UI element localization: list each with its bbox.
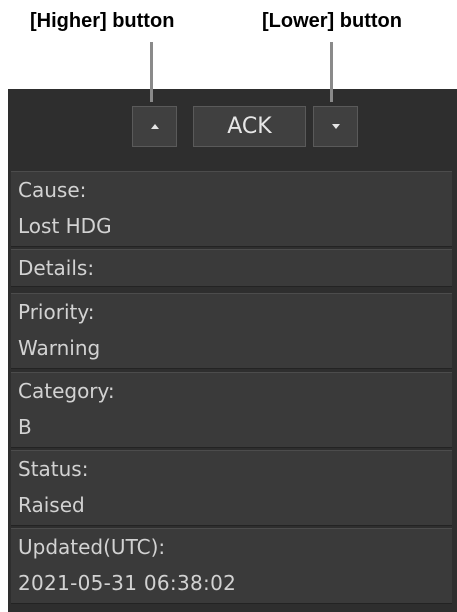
higher-button[interactable]	[132, 106, 177, 147]
priority-field: Priority: Warning	[11, 293, 452, 369]
higher-button-callout: [Higher] button	[30, 10, 175, 32]
triangle-up-icon	[150, 124, 159, 129]
cause-label: Cause:	[18, 178, 87, 202]
details-field: Details:	[11, 249, 452, 287]
ack-button[interactable]: ACK	[193, 106, 306, 147]
updated-utc-label: Updated(UTC):	[18, 535, 166, 559]
lower-button-callout: [Lower] button	[262, 10, 402, 32]
updated-utc-field: Updated(UTC): 2021-05-31 06:38:02	[11, 528, 452, 604]
lower-button[interactable]	[313, 106, 358, 147]
cause-field: Cause: Lost HDG	[11, 171, 452, 247]
category-label: Category:	[18, 379, 115, 403]
category-field: Category: B	[11, 372, 452, 448]
cause-value: Lost HDG	[18, 214, 112, 238]
higher-button-leader-line	[150, 42, 153, 102]
priority-label: Priority:	[18, 300, 95, 324]
status-field: Status: Raised	[11, 450, 452, 526]
alert-detail-panel: ACK Cause: Lost HDG Details: Priority: W…	[8, 89, 457, 612]
lower-button-leader-line	[330, 42, 333, 102]
details-label: Details:	[18, 256, 95, 280]
category-value: B	[18, 415, 32, 439]
status-value: Raised	[18, 493, 85, 517]
alert-toolbar: ACK	[8, 89, 457, 170]
triangle-down-icon	[331, 124, 340, 129]
priority-value: Warning	[18, 336, 101, 360]
updated-utc-value: 2021-05-31 06:38:02	[18, 571, 237, 595]
status-label: Status:	[18, 457, 89, 481]
